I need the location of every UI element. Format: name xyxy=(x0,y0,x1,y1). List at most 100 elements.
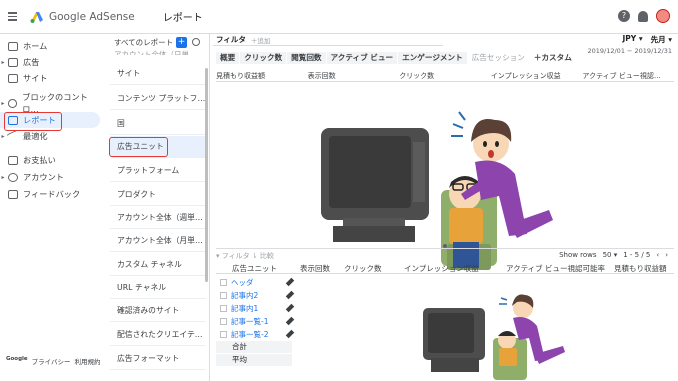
add-report-button[interactable]: + xyxy=(176,37,187,48)
pagination: Show rows 50 ▾ 1 - 5 / 5 ‹ › xyxy=(559,251,668,259)
col-impression-revenue[interactable]: インプレッション収益 xyxy=(404,263,506,273)
footer-privacy-link[interactable]: プライバシー xyxy=(32,356,71,366)
report-item-url-channels[interactable]: URL チャネル xyxy=(110,277,206,299)
page-range: 1 - 5 / 5 xyxy=(623,251,651,259)
nav-item-feedback[interactable]: フィードバック xyxy=(0,186,100,202)
row-ad-unit-link[interactable]: 記事内1 xyxy=(231,303,286,314)
table-total-row: 合計 xyxy=(216,341,292,353)
nav-item-block-controls[interactable]: ▸ ブロックのコントロ… xyxy=(0,92,100,114)
ads-icon xyxy=(8,57,18,67)
metric-clicks[interactable]: クリック数 xyxy=(399,71,491,81)
row-ad-unit-link[interactable]: 記事一覧-1 xyxy=(231,316,286,327)
row-checkbox[interactable] xyxy=(220,330,227,338)
row-checkbox[interactable] xyxy=(220,304,227,312)
report-item-country[interactable]: 国 xyxy=(110,113,206,135)
row-ad-unit-link[interactable]: 記事内2 xyxy=(231,290,286,301)
tab-engagement[interactable]: エンゲージメント xyxy=(398,52,467,64)
adsense-report-page: Google AdSense レポート ? ホーム ▸ 広告 サイト ▸ ブロッ… xyxy=(0,0,678,381)
report-item-verified-sites[interactable]: 確認済みのサイト xyxy=(110,300,206,322)
edit-icon[interactable] xyxy=(285,303,295,313)
report-item-product[interactable]: プロダクト xyxy=(110,184,206,206)
search-icon[interactable] xyxy=(192,38,200,46)
hamburger-menu-icon[interactable] xyxy=(6,7,26,27)
nav-item-home[interactable]: ホーム xyxy=(0,38,100,54)
edit-icon[interactable] xyxy=(285,290,295,300)
edit-icon[interactable] xyxy=(285,277,295,287)
show-rows-select[interactable]: 50 ▾ xyxy=(603,251,618,259)
metric-impressions[interactable]: 表示回数 xyxy=(308,71,400,81)
table-header: 広告ユニット 表示回数 クリック数 インプレッション収益 アクティブ ビュー視認… xyxy=(216,263,674,274)
footer-links: Google プライバシー 利用規約 xyxy=(6,356,101,366)
report-item-custom-channels[interactable]: カスタム チャネル xyxy=(110,254,206,276)
report-item-platform[interactable]: プラットフォーム xyxy=(110,160,206,182)
report-item-ad-formats[interactable]: 広告フォーマット xyxy=(110,348,206,370)
row-ad-unit-link[interactable]: 記事一覧-2 xyxy=(231,329,286,340)
col-ad-unit[interactable]: 広告ユニット xyxy=(232,263,300,273)
nav-item-payments[interactable]: お支払い xyxy=(0,152,100,168)
report-item-creatives[interactable]: 配信されたクリエイテ… xyxy=(110,324,206,346)
tab-views[interactable]: 閲覧回数 xyxy=(287,52,326,64)
help-icon[interactable]: ? xyxy=(618,10,630,22)
nav-item-account[interactable]: ▸ アカウント xyxy=(0,169,100,185)
edit-icon[interactable] xyxy=(285,329,295,339)
currency-select[interactable]: JPY ▾ xyxy=(623,34,643,45)
tab-overview[interactable]: 概要 xyxy=(216,52,240,64)
tab-clicks[interactable]: クリック数 xyxy=(240,52,287,64)
report-item-cut: アカウント全体（日単… xyxy=(114,50,197,55)
header-checkbox-cell[interactable] xyxy=(216,263,232,273)
account-icon xyxy=(8,172,18,182)
report-list-scrollbar[interactable] xyxy=(205,68,208,282)
row-checkbox[interactable] xyxy=(220,278,227,286)
nav-item-sites[interactable]: サイト xyxy=(0,70,100,86)
nav-caret: ▸ xyxy=(1,99,5,107)
table-row: 記事内1 xyxy=(216,302,296,314)
sites-icon xyxy=(8,73,18,83)
app-name: Google AdSense xyxy=(49,10,135,23)
col-impressions[interactable]: 表示回数 xyxy=(300,263,344,273)
filter-add[interactable]: ＋追加 xyxy=(251,35,271,45)
metric-impression-revenue[interactable]: インプレッション収益 xyxy=(491,71,583,81)
metric-estimated-earnings[interactable]: 見積もり収益額 xyxy=(216,71,308,81)
edit-icon[interactable] xyxy=(285,316,295,326)
table-filter[interactable]: ▾ フィルタ ⇂ 比較 xyxy=(216,251,274,261)
payments-icon xyxy=(8,155,18,165)
notification-icon[interactable] xyxy=(638,10,648,22)
nav-item-label: 広告 xyxy=(23,57,40,67)
report-item-account-monthly[interactable]: アカウント全体（月単… xyxy=(110,230,206,252)
table-toolbar: ▾ フィルタ ⇂ 比較 Show rows 50 ▾ 1 - 5 / 5 ‹ › xyxy=(216,248,674,262)
table-row: 記事一覧-2 xyxy=(216,328,296,340)
row-checkbox[interactable] xyxy=(220,317,227,325)
col-active-view[interactable]: アクティブ ビュー視認可能率 xyxy=(506,263,614,273)
row-ad-unit-link[interactable]: ヘッダ xyxy=(231,277,286,288)
col-estimated-earnings[interactable]: 見積もり収益額 xyxy=(614,263,674,273)
filter-bar[interactable]: フィルタ ＋追加 xyxy=(213,34,443,46)
prev-page-icon[interactable]: ‹ xyxy=(656,251,659,259)
metric-active-view[interactable]: アクティブ ビュー視認… xyxy=(582,71,674,81)
tab-active-view[interactable]: アクティブ ビュー xyxy=(326,52,398,64)
nav-item-label: ホーム xyxy=(23,41,48,51)
metrics-row: 見積もり収益額 表示回数 クリック数 インプレッション収益 アクティブ ビュー視… xyxy=(216,71,674,82)
nav-item-label: サイト xyxy=(23,73,48,83)
illustration-tv-gaming-small xyxy=(423,294,565,380)
report-list-panel: すべてのレポート + アカウント全体（日単… サイト コンテンツ プラットフ… … xyxy=(104,34,210,381)
nav-caret: ▸ xyxy=(1,173,5,181)
tab-custom[interactable]: ＋カスタム xyxy=(529,52,576,64)
report-item-account-weekly[interactable]: アカウント全体（週単… xyxy=(110,207,206,229)
date-range: 2019/12/01 − 2019/12/31 xyxy=(587,47,672,55)
nav-item-label: お支払い xyxy=(23,155,56,165)
avatar[interactable] xyxy=(656,9,670,23)
report-item-content-platform[interactable]: コンテンツ プラットフ… xyxy=(110,88,206,110)
tab-ad-sessions[interactable]: 広告セッション xyxy=(467,52,529,64)
nav-item-ads[interactable]: ▸ 広告 xyxy=(0,54,100,70)
footer-terms-link[interactable]: 利用規約 xyxy=(75,356,101,366)
report-controls: JPY ▾ 先月 ▾ xyxy=(623,34,673,45)
row-checkbox[interactable] xyxy=(220,291,227,299)
ad-units-highlight-box xyxy=(109,137,168,157)
nav-caret: ▸ xyxy=(1,58,5,66)
col-clicks[interactable]: クリック数 xyxy=(344,263,404,273)
page-title: レポート xyxy=(162,13,203,24)
next-page-icon[interactable]: › xyxy=(665,251,668,259)
report-item-sites[interactable]: サイト xyxy=(110,63,206,85)
period-select[interactable]: 先月 ▾ xyxy=(651,34,672,45)
optimize-icon xyxy=(6,129,20,143)
